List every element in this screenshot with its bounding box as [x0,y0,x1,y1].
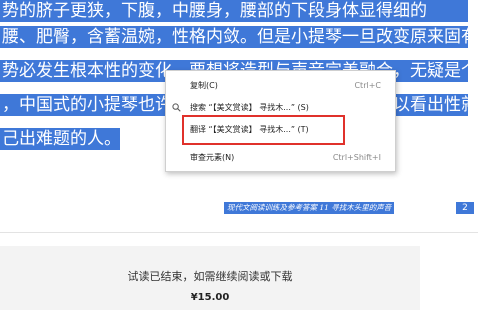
menu-item-copy[interactable]: 复制(C) Ctrl+C [166,77,395,95]
menu-item-shortcut: Ctrl+C [354,81,381,90]
menu-item-inspect[interactable]: 审查元素(N) Ctrl+Shift+I [166,149,395,167]
menu-item-label: 搜索 “【美文赏读】 寻找木...” (S) [190,103,309,112]
menu-item-translate[interactable]: 翻译 “【美文赏读】 寻找木...” (T) [166,121,395,139]
context-menu: 复制(C) Ctrl+C 搜索 “【美文赏读】 寻找木...” (S) 翻译 “… [165,70,396,172]
menu-item-label: 审查元素(N) [190,153,235,162]
selected-text-line[interactable]: 腰、肥臀，含蓄温婉，性格内敛。但是小提琴一旦改变原来固有 [0,26,468,48]
line-text: 腰、肥臀，含蓄温婉，性格内敛。但是小提琴一旦改变原来固有 [2,27,468,47]
paywall-message: 试读已结束，如需继续阅读或下载 [127,270,293,283]
selected-text-line[interactable]: 己出难题的人。 [0,128,120,150]
menu-item-label: 翻译 “【美文赏读】 寻找木...” (T) [190,125,309,134]
menu-item-search[interactable]: 搜索 “【美文赏读】 寻找木...” (S) [166,99,395,117]
page-footer-title: 现代文阅读训练及参考答案 11 寻找木头里的声音 [224,202,395,214]
paywall-price: ¥15.00 [190,292,230,303]
paywall-panel: 试读已结束，如需继续阅读或下载 ¥15.00 [0,246,420,310]
selected-text-line[interactable]: 势的脐子更狭，下腹，中腰身，腰部的下段身体显得细的 [0,0,468,22]
menu-item-shortcut: Ctrl+Shift+I [332,153,381,162]
page-number: 2 [456,202,474,214]
page-divider [0,232,478,233]
menu-item-label: 复制(C) [190,81,218,90]
line-text: 势的脐子更狭，下腹，中腰身，腰部的下段身体显得细的 [2,1,427,21]
search-icon [172,103,181,112]
line-text: 己出难题的人。 [2,129,120,149]
